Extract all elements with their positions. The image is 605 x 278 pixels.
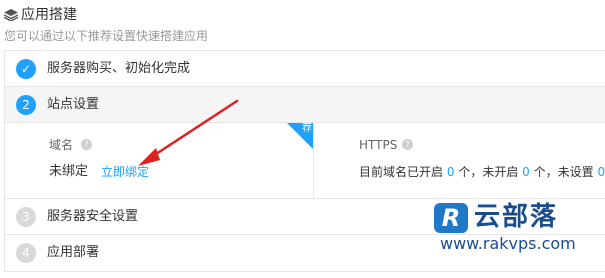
bind-now-link[interactable]: 立即绑定 — [101, 163, 149, 181]
watermark-brand: 云部落 — [474, 202, 559, 232]
step-number-badge: 4 — [16, 243, 36, 263]
page-subtitle: 您可以通过以下推荐设置快速搭建应用 — [4, 29, 209, 43]
recommend-tag: 荐 — [302, 123, 312, 134]
https-unit: 个，未设置 — [533, 165, 594, 179]
https-status: 目前域名已开启 0 个，未开启 0 个，未设置 0 个 — [359, 163, 605, 181]
step-number-badge: 3 — [16, 207, 36, 227]
step-server-purchase[interactable]: ✓ 服务器购买、初始化完成 — [5, 51, 605, 87]
step-label: 服务器购买、初始化完成 — [47, 61, 191, 76]
domain-value: 未绑定 — [49, 164, 89, 179]
https-label: HTTPS — [359, 138, 398, 152]
https-enabled-count[interactable]: 0 — [447, 165, 455, 179]
page-title: 应用搭建 — [21, 7, 77, 23]
domain-label: 域名 — [49, 138, 74, 152]
step-label: 服务器安全设置 — [47, 209, 139, 224]
https-unset-count[interactable]: 0 — [597, 165, 605, 179]
step-site-settings[interactable]: 2 站点设置 — [5, 87, 605, 123]
step-check-icon: ✓ — [16, 59, 36, 79]
watermark-url: www.rakvps.com — [440, 234, 576, 253]
step-number-badge: 2 — [16, 95, 36, 115]
brand-logo-icon: R — [434, 203, 468, 233]
help-icon[interactable]: ? — [402, 139, 413, 150]
step-label: 站点设置 — [47, 97, 100, 112]
step-label: 应用部署 — [47, 245, 100, 260]
watermark: R 云部落 www.rakvps.com — [434, 200, 604, 260]
https-unit: 个，未开启 — [458, 165, 519, 179]
layers-icon — [4, 9, 18, 21]
help-icon[interactable]: ? — [81, 139, 92, 150]
https-disabled-count[interactable]: 0 — [522, 165, 530, 179]
site-settings-detail: 荐 域名 ? 未绑定 立即绑定 HTTPS ? 目前域名已开启 0 个，未开启 … — [5, 123, 605, 199]
https-prefix: 目前域名已开启 — [359, 165, 444, 179]
domain-card: 荐 域名 ? 未绑定 立即绑定 — [5, 123, 314, 198]
